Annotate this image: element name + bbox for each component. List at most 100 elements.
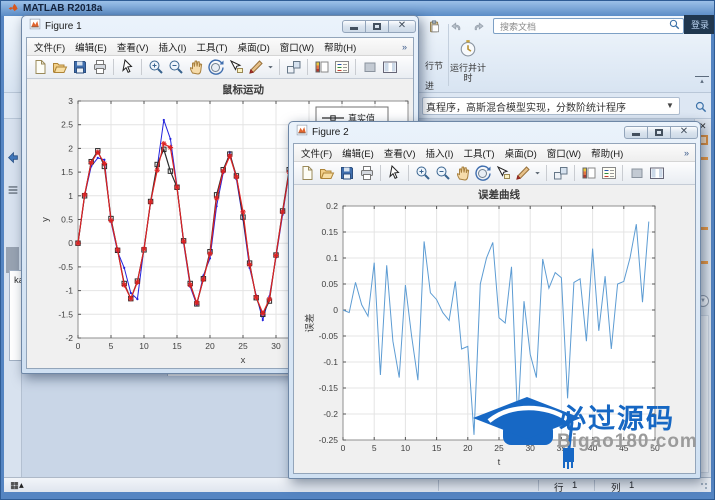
- paste-icon[interactable]: [425, 17, 444, 36]
- toolbar-separator: [574, 165, 575, 181]
- toolbar-separator: [355, 59, 356, 75]
- new-file-icon[interactable]: [297, 164, 316, 183]
- resize-grip[interactable]: [699, 481, 709, 491]
- rotate3d-icon[interactable]: [473, 164, 492, 183]
- signin-button[interactable]: 登录: [684, 15, 714, 34]
- zoom-out-icon[interactable]: [166, 58, 185, 77]
- close-button[interactable]: ✕: [388, 19, 416, 33]
- menu-item[interactable]: 工具(T): [458, 146, 499, 160]
- zoom-in-icon[interactable]: [413, 164, 432, 183]
- menu-item[interactable]: 查看(V): [379, 146, 421, 160]
- menu-item[interactable]: 插入(I): [153, 40, 191, 54]
- zoom-out-icon[interactable]: [433, 164, 452, 183]
- doc-search-box[interactable]: 搜索文档: [493, 18, 684, 34]
- menu-item[interactable]: 帮助(H): [319, 40, 361, 54]
- menu-overflow-chevron[interactable]: »: [402, 42, 411, 52]
- menu-item[interactable]: 文件(F): [296, 146, 337, 160]
- menu-overflow-chevron[interactable]: »: [684, 148, 693, 158]
- minimize-button[interactable]: [624, 125, 648, 139]
- toolbar-separator: [307, 59, 308, 75]
- chart-ylabel: 误差: [304, 313, 316, 332]
- address-dropdown-caret[interactable]: ▼: [666, 101, 674, 110]
- menu-item[interactable]: 窗口(W): [275, 40, 319, 54]
- pointer-icon[interactable]: [385, 164, 404, 183]
- figure2-titlebar[interactable]: Figure 2 ✕: [289, 122, 700, 140]
- menu-item[interactable]: 桌面(D): [500, 146, 542, 160]
- menu-item[interactable]: 帮助(H): [586, 146, 628, 160]
- ribbon-step-label[interactable]: 进: [425, 79, 434, 92]
- figure2-window[interactable]: Figure 2 ✕ 文件(F) 编辑(E) 查看(V) 插入(I) 工具(T) 桌面(D…: [288, 121, 701, 479]
- data-cursor-icon[interactable]: [226, 58, 245, 77]
- figure1-titlebar[interactable]: Figure 1 ✕: [22, 16, 418, 34]
- figure2-content: 文件(F) 编辑(E) 查看(V) 插入(I) 工具(T) 桌面(D) 窗口(W) 帮助(H)…: [293, 143, 696, 474]
- menu-item[interactable]: 插入(I): [420, 146, 458, 160]
- list-icon[interactable]: [6, 183, 20, 202]
- redo-icon[interactable]: [469, 17, 488, 36]
- toolbar-separator: [279, 59, 280, 75]
- run-and-time-button[interactable]: 运行并计时: [450, 39, 486, 84]
- svg-text:-0.25: -0.25: [319, 435, 339, 445]
- statusbar-grip-icon[interactable]: ▦▴: [10, 480, 24, 491]
- figure-icon: [29, 17, 41, 35]
- insert-legend-icon[interactable]: [332, 58, 351, 77]
- brush-icon[interactable]: [513, 164, 532, 183]
- maximize-button[interactable]: [365, 19, 389, 33]
- collapse-ribbon-button[interactable]: ▴: [695, 76, 709, 87]
- pan-icon[interactable]: [453, 164, 472, 183]
- svg-text:2.5: 2.5: [61, 120, 73, 130]
- search-icon[interactable]: [669, 17, 680, 35]
- main-titlebar[interactable]: MATLAB R2018a: [1, 1, 714, 16]
- link-plot-icon[interactable]: [284, 58, 303, 77]
- dropdown-caret[interactable]: [266, 58, 275, 77]
- close-button[interactable]: ✕: [670, 125, 698, 139]
- save-icon[interactable]: [70, 58, 89, 77]
- rotate3d-icon[interactable]: [206, 58, 225, 77]
- folder-address-input[interactable]: 真程序，高斯混合模型实现，分数阶统计程序: [422, 97, 680, 115]
- link-plot-icon[interactable]: [551, 164, 570, 183]
- menu-item[interactable]: 工具(T): [191, 40, 232, 54]
- zoom-in-icon[interactable]: [146, 58, 165, 77]
- save-icon[interactable]: [337, 164, 356, 183]
- pan-icon[interactable]: [186, 58, 205, 77]
- data-cursor-icon[interactable]: [493, 164, 512, 183]
- clock-icon: [459, 40, 477, 61]
- insert-legend-icon[interactable]: [599, 164, 618, 183]
- svg-text:-0.2: -0.2: [323, 409, 338, 419]
- menu-item[interactable]: 桌面(D): [233, 40, 275, 54]
- figure2-menubar: 文件(F) 编辑(E) 查看(V) 插入(I) 工具(T) 桌面(D) 窗口(W) 帮助(H)…: [294, 144, 695, 162]
- hide-plot-tools-icon[interactable]: [627, 164, 646, 183]
- svg-text:1: 1: [68, 191, 73, 201]
- menu-item[interactable]: 编辑(E): [70, 40, 112, 54]
- minimize-button[interactable]: [342, 19, 366, 33]
- pointer-icon[interactable]: [118, 58, 137, 77]
- ribbon-run-section-label[interactable]: 行节: [425, 59, 443, 72]
- menu-item[interactable]: 编辑(E): [337, 146, 379, 160]
- show-plot-tools-icon[interactable]: [647, 164, 666, 183]
- new-file-icon[interactable]: [30, 58, 49, 77]
- undo-icon[interactable]: [447, 17, 466, 36]
- menu-item[interactable]: 窗口(W): [542, 146, 586, 160]
- insert-colorbar-icon[interactable]: [579, 164, 598, 183]
- print-icon[interactable]: [357, 164, 376, 183]
- svg-text:-1.5: -1.5: [58, 309, 73, 319]
- hide-plot-tools-icon[interactable]: [360, 58, 379, 77]
- insert-colorbar-icon[interactable]: [312, 58, 331, 77]
- svg-text:5: 5: [372, 443, 377, 453]
- open-folder-icon[interactable]: [50, 58, 69, 77]
- toolbar-separator: [622, 165, 623, 181]
- address-search-icon[interactable]: [692, 98, 710, 115]
- figure2-canvas: 0 5 10 15 20 25 30 35 40 45 50 -0.25 -0.2 -0.15 -0.1 -0…: [294, 185, 695, 473]
- maximize-button[interactable]: [647, 125, 671, 139]
- toolbar-separator: [546, 165, 547, 181]
- toolbar-separator: [141, 59, 142, 75]
- brush-icon[interactable]: [246, 58, 265, 77]
- dropdown-caret[interactable]: [533, 164, 542, 183]
- print-icon[interactable]: [90, 58, 109, 77]
- svg-text:0.05: 0.05: [321, 279, 338, 289]
- svg-text:-1: -1: [65, 286, 73, 296]
- open-folder-icon[interactable]: [317, 164, 336, 183]
- menu-item[interactable]: 文件(F): [29, 40, 70, 54]
- menu-item[interactable]: 查看(V): [112, 40, 154, 54]
- back-arrow-icon[interactable]: [6, 151, 20, 170]
- show-plot-tools-icon[interactable]: [380, 58, 399, 77]
